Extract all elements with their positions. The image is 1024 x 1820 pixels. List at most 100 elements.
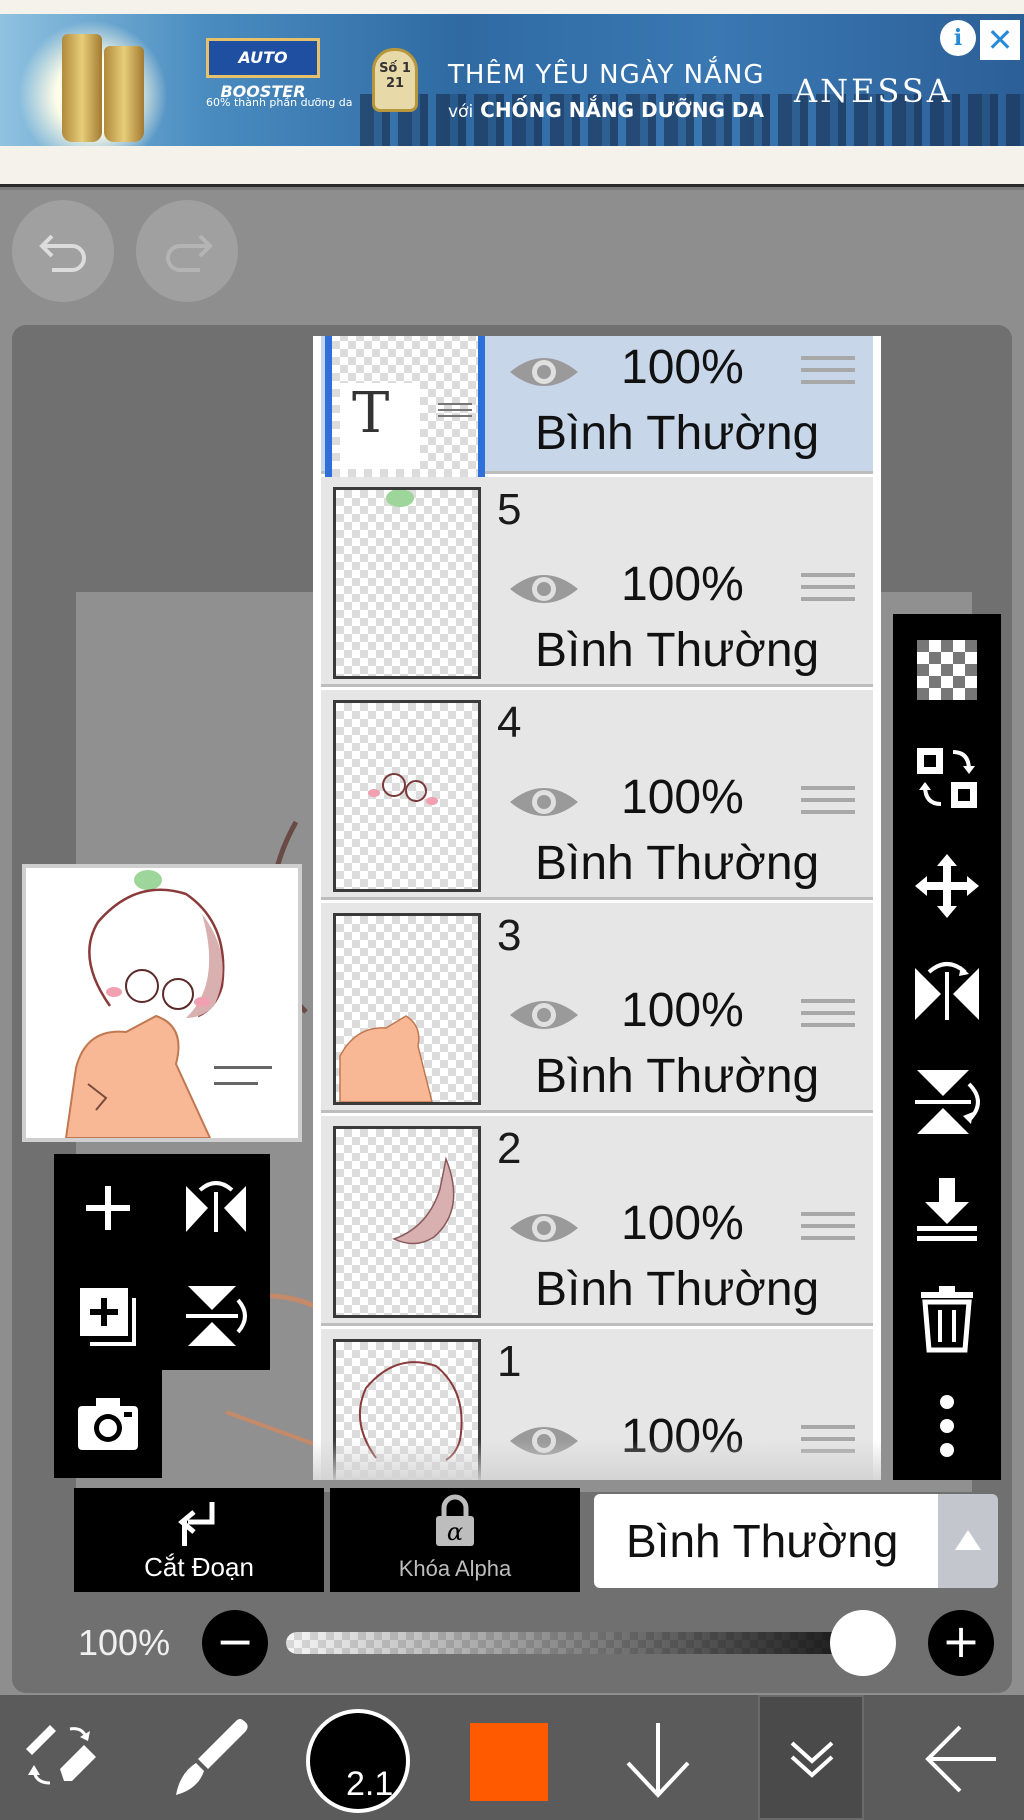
layer-thumbnail[interactable] — [333, 700, 481, 892]
opacity-increase-button[interactable]: + — [928, 1610, 994, 1676]
visibility-eye-icon[interactable] — [507, 567, 581, 611]
opacity-slider[interactable] — [286, 1632, 886, 1654]
visibility-eye-icon[interactable] — [507, 1206, 581, 1250]
layer-number: 1 — [497, 1337, 522, 1386]
brush-size-value: 2.1 — [346, 1765, 394, 1803]
brush-size-button[interactable]: 2.1 — [306, 1709, 410, 1813]
ad-banner[interactable]: AUTO BOOSTER 60% thành phần dưỡng da Số … — [0, 0, 1024, 187]
layer-opacity: 100% — [621, 771, 744, 824]
text-layer-glyph: T — [352, 381, 390, 446]
ad-subheadline: với CHỐNG NẮNG DƯỠNG DA — [448, 98, 765, 122]
back-arrow-icon[interactable] — [922, 1721, 1000, 1797]
alpha-lock-label: Khóa Alpha — [398, 1556, 512, 1581]
trash-icon[interactable] — [911, 1282, 983, 1354]
ad-image[interactable]: AUTO BOOSTER 60% thành phần dưỡng da Số … — [0, 14, 1024, 146]
move-icon[interactable] — [911, 850, 983, 922]
opacity-decrease-button[interactable]: − — [202, 1610, 268, 1676]
tool-switch-icon[interactable] — [20, 1717, 104, 1797]
opacity-slider-knob[interactable] — [830, 1610, 896, 1676]
checker-icon[interactable] — [911, 634, 983, 706]
duplicate-layer-icon[interactable] — [72, 1280, 144, 1352]
ad-medal: Số 1 21 — [372, 48, 418, 112]
drag-handle-icon[interactable] — [801, 573, 855, 609]
layer-number: 4 — [497, 698, 522, 747]
layer-opacity: 100% — [621, 984, 744, 1037]
layer-thumbnail-art — [339, 1015, 433, 1102]
ad-brand: ANESSA — [794, 72, 953, 110]
ad-info-icon[interactable]: i — [940, 20, 976, 56]
layer-thumbnail-art — [391, 1156, 455, 1245]
ad-small-text: 60% thành phần dưỡng da — [206, 96, 353, 109]
blend-mode-dropdown-arrow-icon[interactable] — [938, 1494, 998, 1588]
layer-list-fade — [313, 1440, 881, 1480]
layer-thumbnail-art — [368, 773, 438, 805]
color-swatch[interactable] — [470, 1723, 548, 1801]
visibility-eye-icon[interactable] — [507, 780, 581, 824]
layer-opacity: 100% — [621, 558, 744, 611]
ad-bottle-graphic — [62, 34, 102, 142]
layer-thumbnail[interactable] — [333, 913, 481, 1105]
ad-bottle-graphic — [104, 46, 144, 142]
lock-icon: α — [436, 1494, 474, 1546]
layer-list[interactable]: T 100% Bình Thường 5 100% Bình Thường 4 — [313, 336, 881, 1480]
drag-handle-icon[interactable] — [801, 1212, 855, 1248]
layer-number: 2 — [497, 1124, 522, 1173]
bottom-toolbar: 2.1 — [0, 1695, 1024, 1820]
preview-artwork — [64, 870, 272, 1138]
layer-blend-mode: Bình Thường — [535, 407, 820, 460]
layer-blend-mode: Bình Thường — [535, 1050, 820, 1103]
ad-tag: AUTO BOOSTER — [206, 38, 320, 101]
layer-row-5[interactable]: 5 100% Bình Thường — [321, 477, 873, 687]
undo-button[interactable] — [12, 200, 114, 302]
layer-row-3[interactable]: 3 100% Bình Thường — [321, 903, 873, 1113]
flip-v-layer-icon[interactable] — [180, 1280, 252, 1352]
layer-number: 3 — [497, 911, 522, 960]
ad-headline: THÊM YÊU NGÀY NẮNG — [448, 60, 765, 90]
layers-toggle-button[interactable] — [758, 1695, 864, 1820]
camera-tools — [54, 1370, 162, 1478]
double-chevron-down-icon — [790, 1741, 834, 1778]
brush-icon[interactable] — [168, 1715, 252, 1801]
layer-row-text[interactable]: T 100% Bình Thường — [321, 336, 873, 528]
svg-text:α: α — [447, 1518, 463, 1546]
flip-horizontal-icon[interactable] — [911, 958, 983, 1030]
layer-row-4[interactable]: 4 100% Bình Thường — [321, 690, 873, 900]
drag-handle-icon[interactable] — [801, 786, 855, 822]
visibility-eye-icon[interactable] — [507, 350, 581, 394]
clipping-icon — [178, 1502, 215, 1546]
layer-opacity: 100% — [621, 1197, 744, 1250]
camera-icon[interactable] — [72, 1388, 144, 1460]
layer-thumbnail[interactable] — [333, 1126, 481, 1318]
more-icon[interactable] — [911, 1390, 983, 1462]
layer-thumbnail-art — [386, 490, 414, 507]
down-arrow-icon[interactable] — [620, 1717, 696, 1801]
layer-number: 5 — [497, 485, 522, 534]
text-layer-preview — [438, 403, 472, 419]
undo-icon — [39, 234, 86, 272]
canvas-preview[interactable] — [22, 864, 302, 1142]
redo-button[interactable] — [136, 200, 238, 302]
add-layer-icon[interactable] — [72, 1172, 144, 1244]
layer-blend-mode: Bình Thường — [535, 837, 820, 890]
drag-handle-icon[interactable] — [801, 999, 855, 1035]
flip-vertical-icon[interactable] — [911, 1066, 983, 1138]
opacity-value: 100% — [78, 1622, 171, 1663]
drag-handle-icon[interactable] — [801, 356, 855, 392]
layer-blend-mode: Bình Thường — [535, 1263, 820, 1316]
blend-mode-value: Bình Thường — [626, 1515, 899, 1567]
blend-mode-select[interactable]: Bình Thường — [594, 1494, 938, 1588]
ad-close-icon[interactable]: ✕ — [980, 20, 1020, 60]
visibility-eye-icon[interactable] — [507, 993, 581, 1037]
layer-add-tools — [54, 1154, 270, 1370]
layer-thumbnail[interactable] — [333, 487, 481, 679]
clipping-label: Cắt Đoạn — [144, 1552, 254, 1582]
transfer-icon[interactable] — [911, 742, 983, 814]
flip-layer-icon[interactable] — [180, 1172, 252, 1244]
layer-row-2[interactable]: 2 100% Bình Thường — [321, 1116, 873, 1326]
layer-blend-mode: Bình Thường — [535, 624, 820, 677]
layer-opacity: 100% — [621, 341, 744, 394]
redo-icon — [166, 234, 213, 272]
clipping-button[interactable]: Cắt Đoạn — [74, 1488, 324, 1592]
alpha-lock-button[interactable]: α Khóa Alpha — [330, 1488, 580, 1592]
merge-down-icon[interactable] — [911, 1174, 983, 1246]
